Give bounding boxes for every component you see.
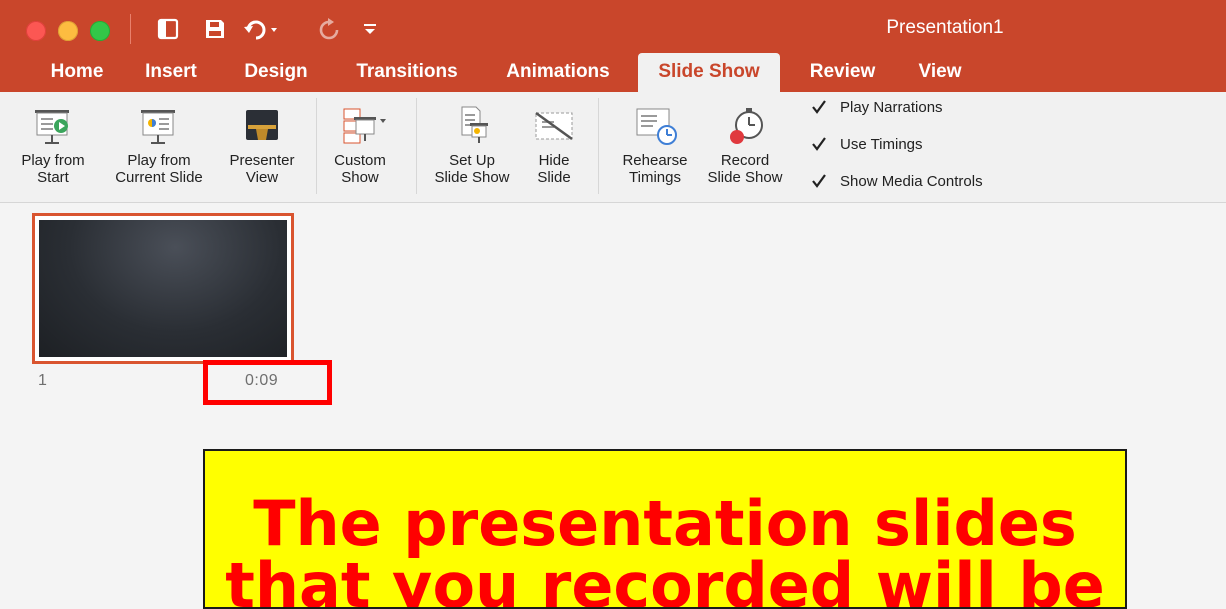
undo-icon[interactable] — [244, 16, 278, 42]
tab-slide-show[interactable]: Slide Show — [638, 53, 780, 92]
ribbon-divider — [416, 98, 417, 194]
slide-preview — [39, 220, 287, 357]
play-from-current-slide-icon — [103, 102, 215, 152]
close-window-button[interactable] — [26, 21, 46, 41]
customize-toolbar-icon[interactable] — [360, 16, 380, 42]
hide-slide-label-2: Slide — [537, 169, 571, 186]
tab-animations[interactable]: Animations — [490, 58, 626, 92]
redo-icon[interactable] — [318, 16, 342, 42]
ribbon-tabs: Home Insert Design Transitions Animation… — [0, 53, 1226, 92]
play-from-start-button[interactable]: Play from Start — [15, 102, 91, 186]
slide-number: 1 — [38, 372, 47, 389]
rehearse-timings-label-1: Rehearse — [622, 152, 688, 169]
checkmark-icon — [810, 172, 828, 190]
presenter-view-label-1: Presenter — [229, 152, 295, 169]
minimize-window-button[interactable] — [58, 21, 78, 41]
annotation-line-2: that you recorded will be — [225, 549, 1105, 609]
record-slide-show-label-1: Record — [720, 152, 770, 169]
annotation-line-1: The presentation slides — [253, 487, 1077, 560]
play-from-current-label-1: Play from — [127, 152, 191, 169]
play-narrations-checkbox[interactable]: Play Narrations — [810, 98, 943, 116]
tab-transitions[interactable]: Transitions — [345, 58, 469, 92]
hide-slide-icon — [528, 102, 580, 152]
show-media-controls-label: Show Media Controls — [840, 172, 983, 190]
window-title: Presentation1 — [886, 17, 1004, 38]
play-narrations-label: Play Narrations — [840, 98, 943, 116]
play-from-start-label-1: Play from — [21, 152, 85, 169]
annotation-callout: The presentation slides that you recorde… — [203, 449, 1127, 609]
timing-highlight-box — [203, 360, 332, 405]
use-timings-label: Use Timings — [840, 135, 923, 153]
set-up-slide-show-label-2: Slide Show — [434, 169, 510, 186]
set-up-slide-show-button[interactable]: Set Up Slide Show — [418, 102, 526, 186]
play-from-start-label-2: Start — [37, 169, 69, 186]
use-timings-checkbox[interactable]: Use Timings — [810, 135, 923, 153]
slide-thumbnail[interactable] — [32, 213, 294, 364]
play-from-current-label-2: Current Slide — [115, 169, 203, 186]
custom-show-label-1: Custom — [334, 152, 386, 169]
title-bar: Presentation1 — [0, 0, 1226, 58]
presenter-view-icon — [218, 102, 306, 152]
set-up-slide-show-icon — [418, 102, 526, 152]
ribbon-divider — [316, 98, 317, 194]
rehearse-timings-icon — [612, 102, 698, 152]
tab-home[interactable]: Home — [42, 58, 112, 92]
record-slide-show-button[interactable]: Record Slide Show — [698, 102, 792, 186]
rehearse-timings-label-2: Timings — [629, 169, 681, 186]
custom-show-label-2: Show — [341, 169, 379, 186]
titlebar-divider — [130, 14, 131, 44]
rehearse-timings-button[interactable]: Rehearse Timings — [612, 102, 698, 186]
show-media-controls-checkbox[interactable]: Show Media Controls — [810, 172, 983, 190]
ribbon: Play from Start Play from Current Slide … — [0, 92, 1226, 203]
play-from-current-slide-button[interactable]: Play from Current Slide — [103, 102, 215, 186]
tab-review[interactable]: Review — [800, 58, 885, 92]
play-from-start-icon — [15, 102, 91, 152]
set-up-slide-show-label-1: Set Up — [449, 152, 495, 169]
record-slide-show-label-2: Slide Show — [707, 169, 783, 186]
checkmark-icon — [810, 98, 828, 116]
maximize-window-button[interactable] — [90, 21, 110, 41]
tab-view[interactable]: View — [908, 58, 972, 92]
checkmark-icon — [810, 135, 828, 153]
presenter-view-label-2: View — [245, 169, 279, 186]
custom-show-icon — [320, 102, 400, 152]
record-slide-show-icon — [698, 102, 792, 152]
custom-show-button[interactable]: Custom Show — [320, 102, 400, 186]
annotation-text: The presentation slides that you recorde… — [205, 487, 1125, 609]
tab-design[interactable]: Design — [232, 58, 320, 92]
hide-slide-button[interactable]: Hide Slide — [528, 102, 580, 186]
save-icon[interactable] — [202, 16, 228, 42]
presenter-view-button[interactable]: Presenter View — [218, 102, 306, 186]
ribbon-divider — [598, 98, 599, 194]
tab-insert[interactable]: Insert — [134, 58, 208, 92]
hide-slide-label-1: Hide — [538, 152, 570, 169]
sidebar-toggle-icon[interactable] — [155, 16, 181, 42]
